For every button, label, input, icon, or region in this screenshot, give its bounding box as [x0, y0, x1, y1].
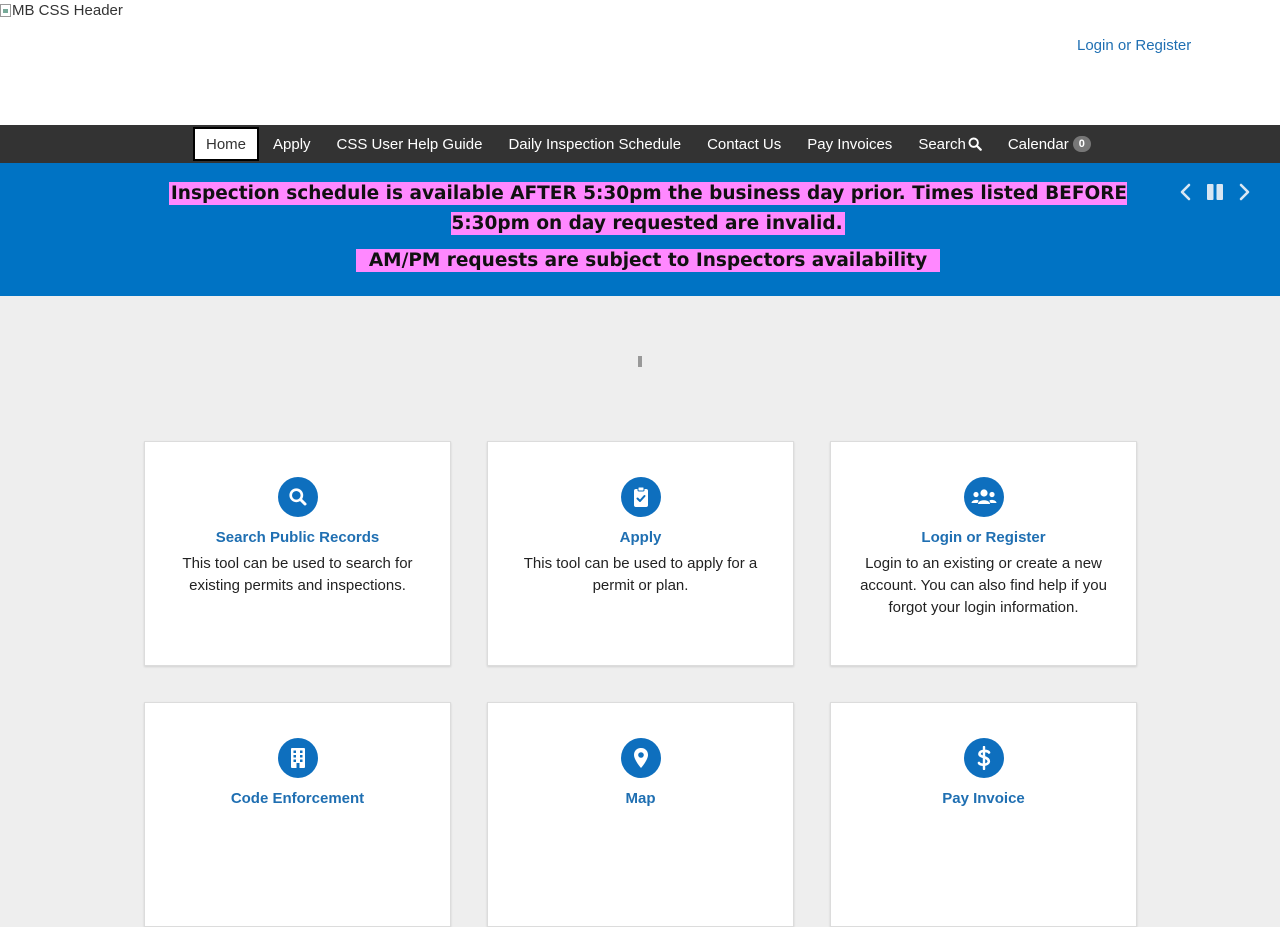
login-register-link[interactable]: Login or Register — [1077, 37, 1191, 54]
card-icon-circle — [963, 738, 1004, 778]
users-icon — [971, 489, 996, 504]
card-title: Pay Invoice — [942, 790, 1025, 807]
card-search-public-records[interactable]: Search Public Records This tool can be u… — [144, 441, 451, 666]
nav-item-label: Apply — [273, 135, 311, 153]
card-code-enforcement[interactable]: Code Enforcement — [144, 702, 451, 927]
card-icon-circle — [277, 738, 318, 778]
nav-item-label: Pay Invoices — [807, 135, 893, 153]
nav-item-apply[interactable]: Apply — [260, 125, 324, 163]
map-marker-icon — [633, 748, 648, 768]
nav-item-label: Daily Inspection Schedule — [508, 135, 682, 153]
carousel-controls — [1173, 179, 1260, 205]
announcement-line-1: Inspection schedule is available AFTER 5… — [160, 179, 1136, 239]
carousel-pause-button[interactable] — [1202, 179, 1228, 205]
clipboard-check-icon — [633, 486, 648, 507]
main-nav: Home Apply CSS User Help Guide Daily Ins… — [0, 125, 1280, 163]
site-header: MB CSS Header Login or Register — [0, 0, 1280, 125]
card-icon-circle — [963, 477, 1004, 517]
nav-item-search[interactable]: Search — [905, 125, 995, 163]
card-icon-circle — [620, 738, 661, 778]
card-icon-circle — [277, 477, 318, 517]
loading-indicator — [638, 356, 642, 367]
announcement-banner: Inspection schedule is available AFTER 5… — [0, 163, 1280, 296]
nav-item-inspection-schedule[interactable]: Daily Inspection Schedule — [495, 125, 694, 163]
card-map[interactable]: Map — [487, 702, 794, 927]
dollar-icon — [977, 746, 990, 770]
chevron-left-icon — [1180, 183, 1191, 201]
card-description: This tool can be used to search for exis… — [182, 555, 413, 594]
calendar-count-badge: 0 — [1072, 136, 1091, 152]
nav-item-pay-invoices[interactable]: Pay Invoices — [794, 125, 905, 163]
nav-item-contact-us[interactable]: Contact Us — [694, 125, 794, 163]
announcement-highlight: AM/PM requests are subject to Inspectors… — [355, 249, 941, 272]
nav-item-home[interactable]: Home — [193, 127, 260, 161]
card-icon-circle — [620, 477, 661, 517]
building-icon — [290, 748, 305, 768]
card-apply[interactable]: Apply This tool can be used to apply for… — [487, 441, 794, 666]
broken-image-icon — [0, 4, 11, 17]
card-title: Map — [625, 790, 656, 807]
announcement-highlight: Inspection schedule is available AFTER 5… — [168, 182, 1128, 235]
card-description: This tool can be used to apply for a per… — [523, 555, 758, 594]
pause-icon — [1207, 184, 1223, 200]
card-login-register[interactable]: Login or Register Login to an existing o… — [830, 441, 1137, 666]
card-title: Apply — [619, 529, 662, 546]
card-pay-invoice[interactable]: Pay Invoice — [830, 702, 1137, 927]
card-title: Code Enforcement — [230, 790, 365, 807]
nav-item-calendar[interactable]: Calendar 0 — [995, 125, 1104, 163]
card-title: Search Public Records — [215, 529, 380, 546]
nav-item-label: Search — [918, 135, 966, 153]
carousel-next-button[interactable] — [1231, 179, 1257, 205]
announcement-line-2: AM/PM requests are subject to Inspectors… — [160, 246, 1136, 276]
search-icon — [288, 488, 306, 506]
nav-item-label: Home — [206, 135, 247, 153]
carousel-prev-button[interactable] — [1173, 179, 1199, 205]
nav-item-label: Contact Us — [707, 135, 782, 153]
header-logo-alt-text: MB CSS Header — [12, 2, 123, 19]
chevron-right-icon — [1239, 183, 1250, 201]
search-icon — [968, 137, 982, 151]
nav-item-help-guide[interactable]: CSS User Help Guide — [324, 125, 496, 163]
header-logo-image: MB CSS Header — [0, 2, 123, 19]
card-description: Login to an existing or create a new acc… — [860, 555, 1107, 616]
card-title: Login or Register — [921, 529, 1046, 546]
nav-item-label: CSS User Help Guide — [336, 135, 483, 153]
nav-item-label: Calendar — [1007, 135, 1069, 153]
announcement-text: Inspection schedule is available AFTER 5… — [160, 179, 1136, 276]
